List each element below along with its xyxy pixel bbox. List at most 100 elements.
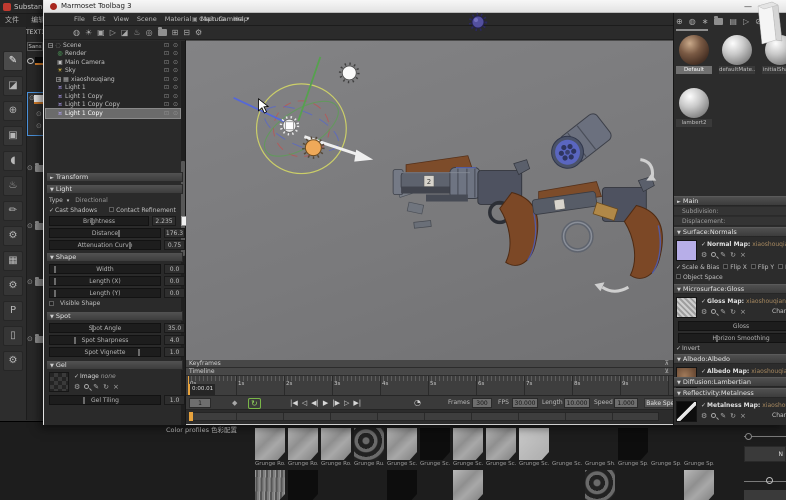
menu-view[interactable]: View: [113, 13, 128, 26]
shelf-item[interactable]: Grunge Sc...: [552, 428, 582, 467]
distance-value[interactable]: 176.3: [164, 228, 185, 238]
lock-icon[interactable]: ⊡: [162, 84, 171, 91]
slider-handle[interactable]: [129, 242, 132, 249]
slider-handle[interactable]: [91, 325, 94, 332]
map-edit-icon[interactable]: ✎: [720, 251, 726, 259]
horizon-slider-slider[interactable]: Horizon Smoothing: [678, 333, 786, 343]
collapse-toggle[interactable]: −: [48, 42, 53, 48]
slider-handle[interactable]: [118, 230, 121, 237]
play-button[interactable]: ▶: [323, 397, 328, 409]
map-clear-icon[interactable]: ×: [740, 412, 746, 420]
material-sphere-icon[interactable]: ◍: [689, 17, 696, 26]
microsurface-section-header[interactable]: ▼ Microsurface:Gloss: [674, 284, 786, 294]
map-edit-icon[interactable]: ✎: [720, 308, 726, 316]
step-forward-button[interactable]: |▶: [332, 397, 340, 409]
shape-section-header[interactable]: ▼ Shape: [46, 252, 183, 262]
width-slider[interactable]: Width: [49, 264, 161, 274]
menu-edit[interactable]: Edit: [93, 13, 106, 26]
eraser-tool[interactable]: ◪: [3, 76, 23, 96]
frames-field[interactable]: 300: [472, 398, 492, 408]
stopwatch-icon[interactable]: ◔: [414, 398, 421, 407]
attenuation-value[interactable]: 0.75: [164, 240, 185, 250]
shelf-item[interactable]: Grunge St...: [255, 470, 285, 500]
tree-item-light-1-copy[interactable]: ¤ Light 1 Copy ⊡ ⊙: [45, 108, 181, 119]
visibility-icon[interactable]: ⊙: [171, 101, 180, 108]
visibility-icon[interactable]: ⊙: [171, 59, 180, 66]
selected-layer[interactable]: ⊙ ⊙ ⊙: [27, 92, 44, 136]
spot-angle-value[interactable]: 35.0: [164, 323, 185, 333]
clone-tool[interactable]: ♨: [3, 176, 23, 196]
timeline-bar[interactable]: Timeline ⊻: [186, 368, 673, 376]
folder-icon[interactable]: [714, 15, 724, 25]
shape-ellipse-icon[interactable]: [27, 58, 34, 64]
brush-tool[interactable]: ✎: [3, 51, 23, 71]
shelf-item[interactable]: Grunge St...: [288, 470, 318, 500]
lock-icon[interactable]: ⊡: [162, 50, 171, 57]
light-section-header[interactable]: ▼ Light: [46, 184, 183, 194]
shelf-item[interactable]: Grunge Wi...: [684, 470, 714, 500]
invert-checkbox[interactable]: ✓Invert: [676, 345, 700, 352]
keyframes-bar[interactable]: Keyframes ⊼: [186, 360, 673, 368]
shelf-item[interactable]: Grunge Ru...: [354, 428, 384, 467]
settings-tool[interactable]: ⚙: [3, 226, 23, 246]
gloss-slider-slider[interactable]: Gloss: [678, 321, 786, 331]
visibility-icon[interactable]: ⊙: [171, 50, 180, 57]
distance-slider[interactable]: Distance: [49, 228, 161, 238]
brightness-slider[interactable]: Brightness: [49, 216, 149, 226]
spot-angle-slider[interactable]: Spot Angle: [49, 323, 161, 333]
collapse-icon[interactable]: ⊻: [665, 368, 669, 376]
material-defaultmate[interactable]: defaultMate...: [719, 33, 755, 74]
map-search-icon[interactable]: [711, 252, 717, 257]
visibility-icon[interactable]: ⊙: [171, 110, 180, 117]
displacement-row[interactable]: Displacement:: [674, 217, 786, 226]
add-key-icon[interactable]: ◆: [232, 399, 237, 407]
doc-tool[interactable]: ▯: [3, 326, 23, 346]
map-edit-icon[interactable]: ✎: [93, 383, 99, 391]
slider-handle[interactable]: [54, 278, 57, 285]
shelf-item[interactable]: Grunge Ro...: [288, 428, 318, 467]
eye-icon[interactable]: ⊙: [36, 122, 42, 130]
flip-z-checkbox[interactable]: Flip Z: [778, 264, 786, 271]
picker-tool[interactable]: ✏: [3, 201, 23, 221]
layer-row[interactable]: ⊙: [27, 276, 44, 288]
lock-icon[interactable]: ⊡: [162, 42, 171, 49]
slider-handle[interactable]: [74, 337, 77, 344]
next-key-button[interactable]: ▷: [344, 397, 349, 409]
layer-row[interactable]: ⊙: [27, 333, 44, 345]
tree-item-xiaoshouqiang[interactable]: + ▦ xiaoshouqiang ⊡ ⊙: [46, 75, 180, 84]
map-settings-icon[interactable]: ⚙: [701, 308, 707, 316]
slider-handle[interactable]: [716, 335, 719, 342]
albedo-section-header[interactable]: ▼ Albedo:Albedo: [674, 354, 786, 364]
lock-icon[interactable]: ⊡: [162, 59, 171, 66]
spot-sharpness-slider[interactable]: Spot Sharpness: [49, 335, 161, 345]
light-handle-orange[interactable]: [304, 139, 322, 157]
channel-dropdown[interactable]: Channel ▾: [772, 308, 786, 315]
viewport-canvas[interactable]: 2: [186, 40, 673, 360]
cast-shadows-checkbox[interactable]: ✓Cast Shadows: [49, 207, 97, 214]
sky-sphere-icon[interactable]: ◍: [73, 27, 80, 39]
gel-image-checkbox[interactable]: ✓Image none: [74, 373, 116, 380]
visibility-icon[interactable]: ⊙: [171, 67, 180, 74]
map-clear-icon[interactable]: ×: [740, 308, 746, 316]
surface-section-header[interactable]: ▼ Surface:Normals: [674, 227, 786, 237]
prev-key-button[interactable]: ◁: [302, 397, 307, 409]
lock-icon[interactable]: ⊡: [162, 101, 171, 108]
flip-y-checkbox[interactable]: Flip Y: [750, 264, 774, 271]
map-search-icon[interactable]: [711, 413, 717, 418]
shelf-item[interactable]: Grunge Wi...: [486, 470, 516, 500]
material-lambert2[interactable]: lambert2: [676, 86, 712, 127]
lock-icon[interactable]: ⊡: [162, 93, 171, 100]
slider-knob[interactable]: [766, 477, 773, 484]
timeline-ruler[interactable]: 0s1s2s3s4s5s6s7s8s9s: [186, 376, 673, 396]
shelf-item[interactable]: Grunge Ro...: [321, 428, 351, 467]
material-default[interactable]: Default: [676, 33, 712, 74]
loop-button[interactable]: ↻: [248, 398, 261, 409]
shelf-item[interactable]: Grunge St...: [387, 470, 417, 500]
visible-shape-checkbox[interactable]: Visible Shape: [49, 300, 100, 307]
gel-tiling-value[interactable]: 1.0: [164, 395, 185, 405]
flip-x-checkbox[interactable]: Flip X: [723, 264, 747, 271]
substance-menu-file[interactable]: 文件: [0, 14, 24, 27]
black-swatch[interactable]: [35, 57, 43, 65]
map-search-icon[interactable]: [711, 309, 717, 314]
substance-button[interactable]: [744, 490, 786, 500]
